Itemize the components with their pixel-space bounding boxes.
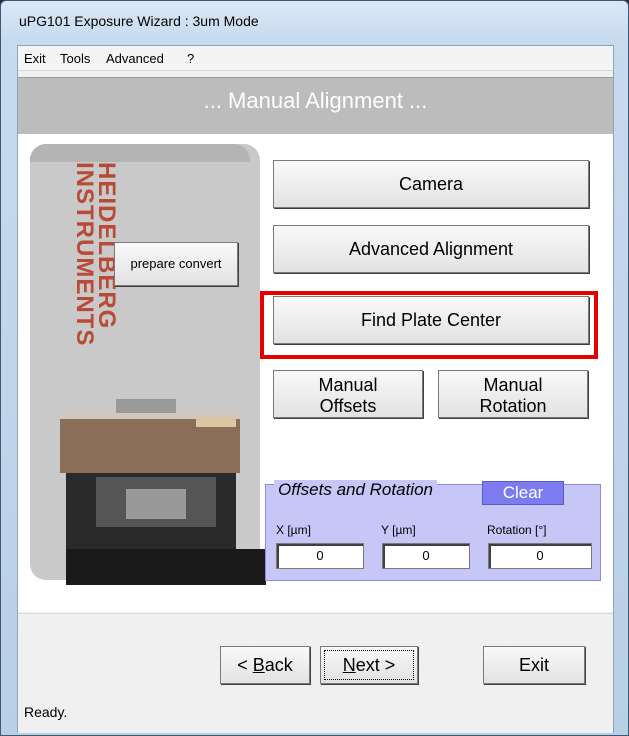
client-area: Exit Tools Advanced ? ... Manual Alignme… xyxy=(17,45,614,733)
step-title: ... Manual Alignment ... xyxy=(203,88,428,113)
menu-exit[interactable]: Exit xyxy=(24,51,46,66)
heidelberg-logo: HEIDELBERG INSTRUMENTS xyxy=(71,162,122,422)
wizard-footer: < Back Next > Exit Ready. xyxy=(18,613,613,733)
back-button[interactable]: < Back xyxy=(220,646,310,684)
y-label: Y [µm] xyxy=(381,523,416,537)
x-offset-field[interactable]: 0 xyxy=(276,543,364,569)
logo-line-2: INSTRUMENTS xyxy=(71,162,98,347)
status-text: Ready. xyxy=(24,704,68,720)
focus-rect xyxy=(324,650,414,680)
camera-button[interactable]: Camera xyxy=(273,160,589,208)
step-banner: ... Manual Alignment ... xyxy=(18,77,613,135)
manual-offsets-label-1: Manual xyxy=(318,375,378,395)
title-bar[interactable]: uPG101 Exposure Wizard : 3um Mode xyxy=(1,1,628,41)
back-mnemonic: B xyxy=(252,655,265,675)
back-prefix: < xyxy=(237,655,253,675)
back-label: ack xyxy=(264,655,293,675)
menu-bar: Exit Tools Advanced ? xyxy=(18,46,613,71)
manual-rotation-label-2: Rotation xyxy=(479,396,547,416)
offsets-rotation-group: Offsets and Rotation Clear X [µm] Y [µm]… xyxy=(265,480,601,581)
group-title: Offsets and Rotation xyxy=(274,480,437,500)
rotation-field[interactable]: 0 xyxy=(488,543,592,569)
manual-offsets-label-2: Offsets xyxy=(319,396,377,416)
menu-help[interactable]: ? xyxy=(187,51,194,66)
manual-rotation-label-1: Manual xyxy=(483,375,543,395)
wizard-content: HEIDELBERG INSTRUMENTS prepare convert C… xyxy=(18,134,613,612)
exit-button[interactable]: Exit xyxy=(483,646,585,684)
menu-tools[interactable]: Tools xyxy=(60,51,90,66)
advanced-alignment-button[interactable]: Advanced Alignment xyxy=(273,225,589,273)
highlight-box xyxy=(260,291,598,359)
x-label: X [µm] xyxy=(276,523,311,537)
rotation-label: Rotation [°] xyxy=(487,523,547,537)
prepare-convert-button[interactable]: prepare convert xyxy=(114,242,238,286)
y-offset-field[interactable]: 0 xyxy=(382,543,470,569)
menu-advanced[interactable]: Advanced xyxy=(106,51,164,66)
machine-image xyxy=(60,399,266,585)
logo-panel: HEIDELBERG INSTRUMENTS xyxy=(30,144,266,585)
clear-button[interactable]: Clear xyxy=(482,481,564,505)
manual-rotation-button[interactable]: Manual Rotation xyxy=(438,370,588,418)
app-window: uPG101 Exposure Wizard : 3um Mode Exit T… xyxy=(0,0,629,736)
manual-offsets-button[interactable]: Manual Offsets xyxy=(273,370,423,418)
next-button[interactable]: Next > xyxy=(320,646,418,684)
window-title: uPG101 Exposure Wizard : 3um Mode xyxy=(19,13,259,29)
logo-panel-header xyxy=(30,144,250,162)
